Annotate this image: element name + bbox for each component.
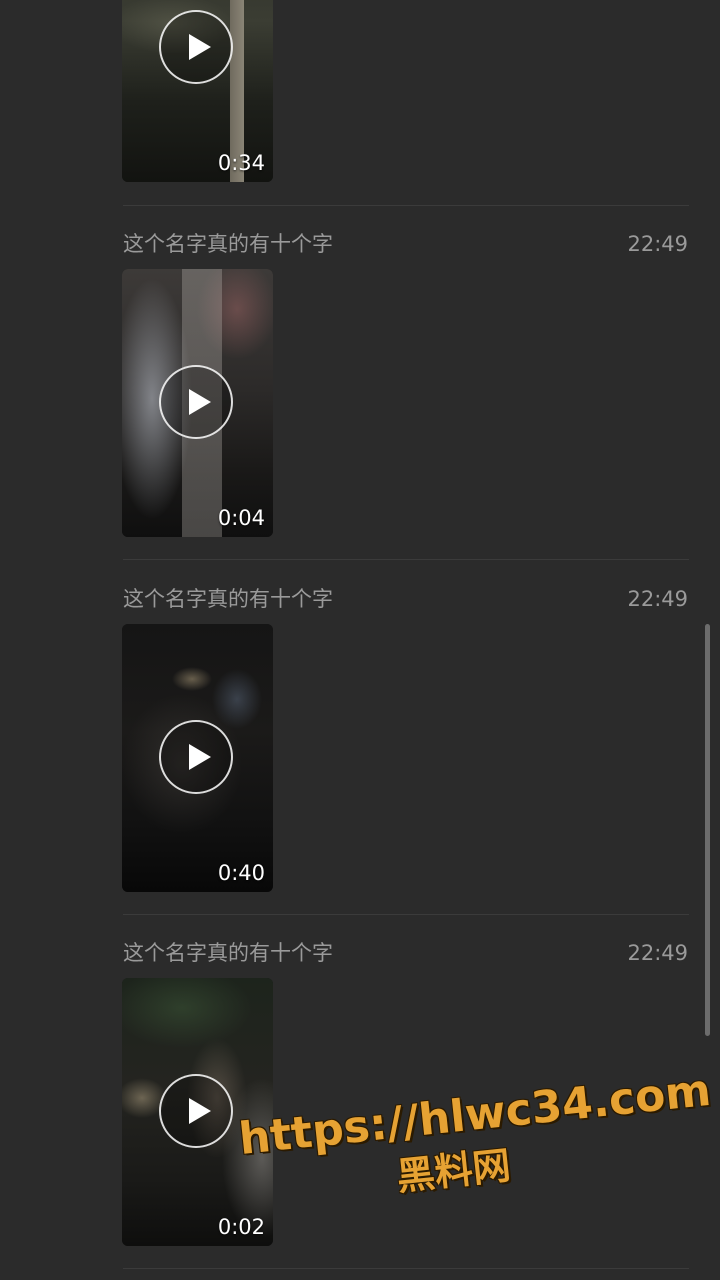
play-icon: [189, 1098, 211, 1124]
play-button[interactable]: [159, 365, 233, 439]
sender-name[interactable]: 这个名字真的有十个字: [123, 230, 333, 258]
message-divider: [123, 559, 689, 560]
message-time: 22:49: [627, 941, 688, 965]
play-icon: [189, 744, 211, 770]
play-button[interactable]: [159, 720, 233, 794]
scrollbar[interactable]: [705, 624, 710, 1036]
message-time: 22:49: [627, 587, 688, 611]
message-time: 22:49: [627, 232, 688, 256]
sender-name[interactable]: 这个名字真的有十个字: [123, 939, 333, 967]
message-divider: [123, 914, 689, 915]
watermark-name: 黑料网: [394, 1143, 513, 1199]
message-divider: [123, 205, 689, 206]
play-icon: [189, 389, 211, 415]
watermark: https://hlwc34.com 黑料网: [236, 1064, 714, 1261]
sender-name[interactable]: 这个名字真的有十个字: [123, 585, 333, 613]
video-thumbnail[interactable]: 0:02: [122, 978, 273, 1246]
chat-video-list: 0:34 这个名字真的有十个字 22:49 0:04 这个名字真的有十个字 22…: [0, 0, 720, 1280]
video-duration: 0:04: [217, 506, 265, 530]
video-thumbnail[interactable]: 0:04: [122, 269, 273, 537]
play-button[interactable]: [159, 10, 233, 84]
video-duration: 0:40: [217, 861, 265, 885]
video-duration: 0:02: [217, 1215, 265, 1239]
play-icon: [189, 34, 211, 60]
message-divider: [123, 1268, 689, 1269]
video-thumbnail[interactable]: 0:40: [122, 624, 273, 892]
video-duration: 0:34: [217, 151, 265, 175]
play-button[interactable]: [159, 1074, 233, 1148]
watermark-url: https://hlwc34.com: [236, 1064, 714, 1166]
video-thumbnail[interactable]: 0:34: [122, 0, 273, 182]
